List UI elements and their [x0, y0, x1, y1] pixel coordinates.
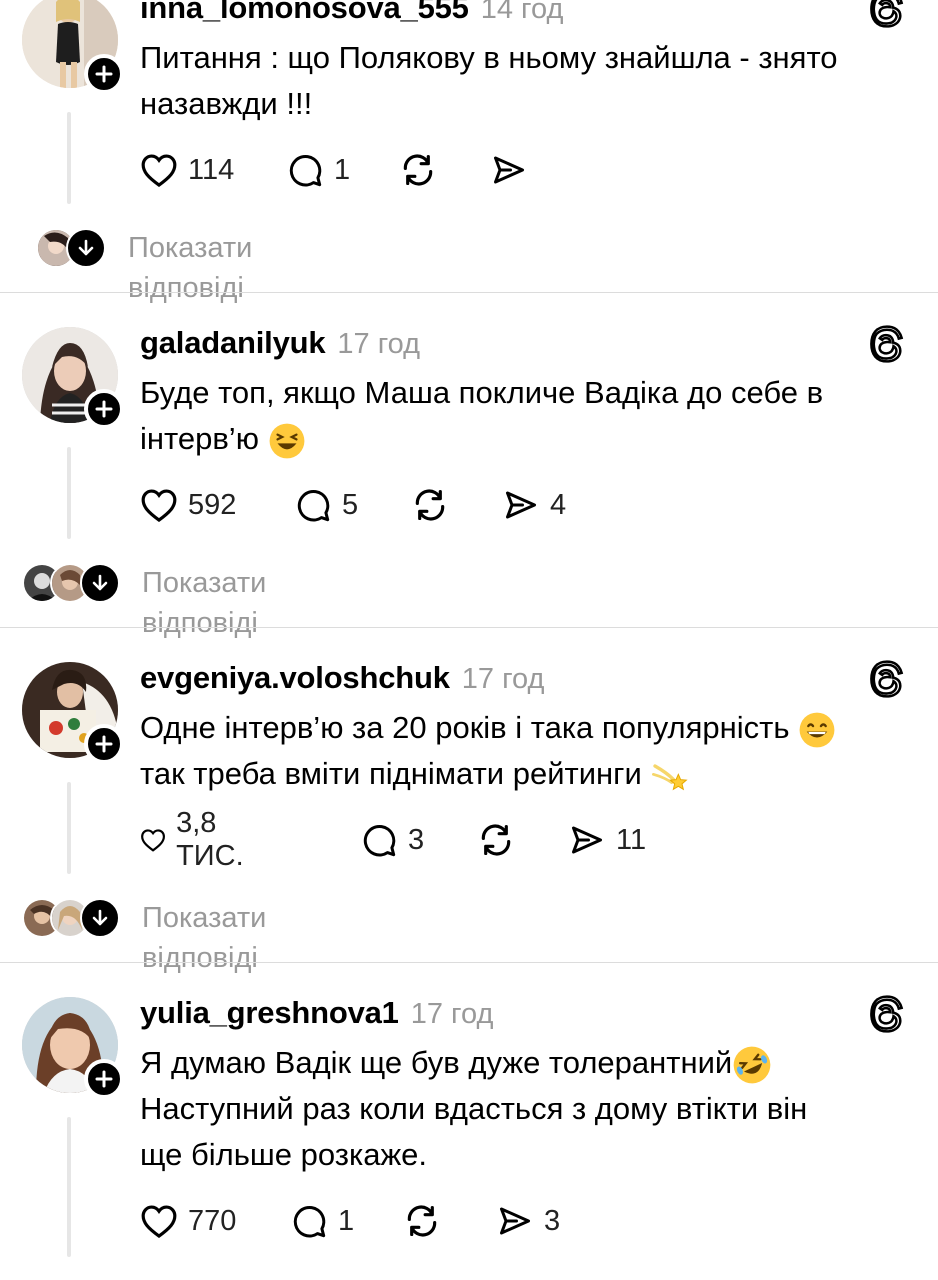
post-text-line: Питання : що Полякову в ньому знайшла - …	[140, 40, 838, 75]
repost-button[interactable]	[476, 820, 516, 860]
arrow-down-icon	[92, 909, 108, 926]
like-button[interactable]: 114	[140, 150, 234, 190]
post-2: galadanilyuk 17 год Буде топ, якщо Маша …	[0, 293, 938, 639]
share-icon	[572, 826, 602, 854]
post-time: 17 год	[337, 328, 421, 360]
username[interactable]: galadanilyuk	[140, 325, 326, 361]
post-text: Я думаю Вадік ще був дуже толерантний На…	[140, 1040, 920, 1178]
share-icon	[506, 491, 536, 519]
post-text: Питання : що Полякову в ньому знайшла - …	[140, 35, 920, 127]
like-button[interactable]: 770	[140, 1201, 236, 1241]
post-text-line: інтерв’ю	[140, 421, 259, 456]
arrow-down-icon	[92, 574, 108, 591]
share-button[interactable]: 3	[496, 1201, 560, 1241]
post-header: evgeniya.voloshchuk 17 год	[140, 660, 544, 696]
post-header: galadanilyuk 17 год	[140, 325, 420, 361]
share-icon	[500, 1207, 530, 1235]
arrow-down-icon	[78, 239, 94, 256]
username[interactable]: inna_lomonosova_555	[140, 0, 469, 26]
comment-icon	[363, 824, 396, 857]
laughing-emoji-icon	[269, 423, 304, 459]
comment-button[interactable]: 1	[290, 1201, 354, 1241]
reply-expand-button[interactable]	[80, 898, 120, 938]
repost-icon	[403, 154, 433, 186]
post-4: yulia_greshnova1 17 год Я думаю Вадік ще…	[0, 963, 938, 1280]
comment-count: 3	[408, 823, 425, 856]
thread-line	[67, 782, 71, 874]
post-text-line: Наступний раз коли вдасться з дому втікт…	[140, 1091, 808, 1126]
like-button[interactable]: 3,8 ТИС.	[140, 807, 256, 872]
follow-plus-button[interactable]	[84, 54, 124, 94]
reply-expand-button[interactable]	[80, 563, 120, 603]
post-text: Одне інтерв’ю за 20 років і така популяр…	[140, 705, 920, 797]
thread-line	[67, 1117, 71, 1257]
heart-icon	[141, 829, 165, 852]
share-button[interactable]: 4	[502, 485, 566, 525]
comment-icon	[297, 489, 330, 522]
post-time: 14 год	[480, 0, 564, 25]
username[interactable]: evgeniya.voloshchuk	[140, 660, 450, 696]
share-count: 11	[616, 823, 647, 856]
repost-button[interactable]	[398, 150, 438, 190]
repost-button[interactable]	[402, 1201, 442, 1241]
comment-button[interactable]: 1	[286, 150, 350, 190]
grinning-emoji-icon	[799, 712, 835, 748]
post-header: yulia_greshnova1 17 год	[140, 995, 493, 1031]
heart-icon	[141, 154, 177, 187]
comment-count: 1	[334, 153, 351, 186]
comment-icon	[293, 1205, 326, 1238]
like-count: 770	[188, 1204, 237, 1237]
threads-icon[interactable]	[866, 0, 904, 28]
comment-button[interactable]: 5	[294, 485, 358, 525]
post-time: 17 год	[461, 663, 545, 695]
heart-icon	[141, 489, 177, 522]
like-count: 592	[188, 488, 237, 521]
threads-icon[interactable]	[866, 995, 904, 1033]
rofl-emoji-icon	[733, 1046, 771, 1084]
follow-plus-button[interactable]	[84, 724, 124, 764]
post-text-line: ще більше розкаже.	[140, 1137, 428, 1172]
share-button[interactable]: 11	[568, 820, 646, 860]
share-button[interactable]	[490, 150, 528, 190]
like-count: 3,8 ТИС.	[176, 807, 244, 872]
post-text-line: так треба вміти піднімати рейтинги	[140, 756, 642, 791]
post-text: Буде топ, якщо Маша покличе Вадіка до се…	[140, 370, 920, 462]
comment-count: 1	[338, 1204, 355, 1237]
like-button[interactable]: 592	[140, 485, 236, 525]
username[interactable]: yulia_greshnova1	[140, 995, 399, 1031]
thread-line	[67, 112, 71, 204]
repost-icon	[481, 824, 511, 856]
threads-icon[interactable]	[866, 660, 904, 698]
follow-plus-button[interactable]	[84, 389, 124, 429]
share-count: 4	[550, 488, 567, 521]
threads-icon[interactable]	[866, 325, 904, 363]
reply-expand-button[interactable]	[66, 228, 106, 268]
thread-line	[67, 447, 71, 539]
repost-icon	[415, 489, 445, 521]
post-text-line: назавжди !!!	[140, 86, 313, 121]
repost-icon	[407, 1205, 437, 1237]
post-text-line: Буде топ, якщо Маша покличе Вадіка до се…	[140, 375, 824, 410]
comment-button[interactable]: 3	[360, 820, 424, 860]
follow-plus-button[interactable]	[84, 1059, 124, 1099]
post-text-line: Я думаю Вадік ще був дуже толерантний	[140, 1045, 733, 1080]
post-3: evgeniya.voloshchuk 17 год Одне інтерв’ю…	[0, 628, 938, 974]
repost-button[interactable]	[410, 485, 450, 525]
comment-icon	[289, 154, 322, 187]
share-icon	[494, 156, 524, 184]
post-header: inna_lomonosova_555 14 год	[140, 0, 563, 26]
heart-icon	[141, 1205, 177, 1238]
share-count: 3	[544, 1204, 561, 1237]
post-time: 17 год	[410, 998, 494, 1030]
post-1: inna_lomonosova_555 14 год Питання : що …	[0, 0, 938, 304]
comment-count: 5	[342, 488, 359, 521]
post-text-line: Одне інтерв’ю за 20 років і така популяр…	[140, 710, 790, 745]
dizzy-emoji-icon	[652, 764, 688, 791]
like-count: 114	[188, 153, 235, 186]
